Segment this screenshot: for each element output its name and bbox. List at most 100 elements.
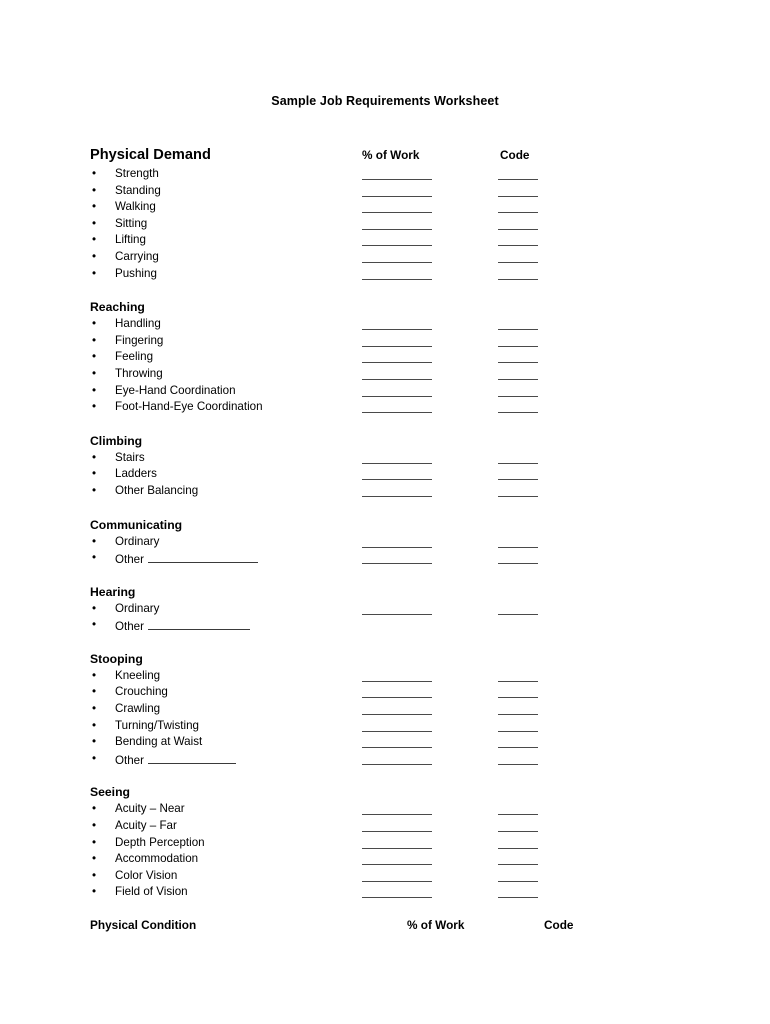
- code-field[interactable]: [498, 378, 538, 380]
- code-field[interactable]: [498, 747, 538, 749]
- percent-of-work-field[interactable]: [362, 479, 432, 481]
- percent-of-work-field[interactable]: [362, 495, 432, 497]
- other-write-in-field[interactable]: [148, 751, 236, 764]
- section-heading: Physical Demand% of Work Code: [90, 147, 530, 163]
- percent-of-work-field[interactable]: [362, 897, 432, 899]
- requirement-row: • Ordinary: [90, 601, 710, 618]
- percent-of-work-field[interactable]: [362, 730, 432, 732]
- percent-of-work-field[interactable]: [362, 747, 432, 749]
- percent-of-work-field[interactable]: [362, 763, 432, 765]
- bullet-icon: •: [92, 702, 97, 716]
- requirement-label: Other: [115, 550, 258, 568]
- code-field[interactable]: [498, 814, 538, 816]
- requirement-label: Other: [115, 617, 250, 635]
- section-heading: Hearing: [90, 584, 136, 599]
- code-field[interactable]: [498, 680, 538, 682]
- percent-of-work-field[interactable]: [362, 880, 432, 882]
- requirement-row: • Foot-Hand-Eye Coordination: [90, 399, 710, 416]
- code-field[interactable]: [498, 897, 538, 899]
- requirement-row: • Handling: [90, 316, 710, 333]
- percent-of-work-field[interactable]: [362, 831, 432, 833]
- section-physical-demand: Physical Demand% of Work Code • Strength • St…: [90, 146, 710, 282]
- code-field[interactable]: [498, 613, 538, 615]
- bullet-icon: •: [92, 852, 97, 866]
- percent-of-work-field[interactable]: [362, 329, 432, 331]
- percent-of-work-field[interactable]: [362, 546, 432, 548]
- percent-of-work-field[interactable]: [362, 680, 432, 682]
- percent-of-work-field[interactable]: [362, 261, 432, 263]
- code-field[interactable]: [498, 395, 538, 397]
- code-field[interactable]: [498, 228, 538, 230]
- bullet-icon: •: [92, 868, 97, 882]
- requirement-label: Depth Perception: [115, 835, 205, 849]
- percent-of-work-field[interactable]: [362, 563, 432, 565]
- code-field[interactable]: [498, 345, 538, 347]
- code-field[interactable]: [498, 714, 538, 716]
- percent-of-work-field[interactable]: [362, 362, 432, 364]
- code-field[interactable]: [498, 212, 538, 214]
- bullet-icon: •: [92, 249, 97, 263]
- section-hearing: Hearing • Ordinary • Other: [90, 584, 710, 634]
- percent-of-work-field[interactable]: [362, 278, 432, 280]
- percent-of-work-field[interactable]: [362, 412, 432, 414]
- code-field[interactable]: [498, 479, 538, 481]
- code-field[interactable]: [498, 261, 538, 263]
- percent-of-work-field[interactable]: [362, 814, 432, 816]
- requirement-row: • Other: [90, 751, 710, 768]
- code-field[interactable]: [498, 495, 538, 497]
- percent-of-work-field[interactable]: [362, 613, 432, 615]
- code-field[interactable]: [498, 697, 538, 699]
- percent-of-work-field[interactable]: [362, 245, 432, 247]
- code-field[interactable]: [498, 546, 538, 548]
- code-field[interactable]: [498, 880, 538, 882]
- requirement-label: Crouching: [115, 685, 168, 699]
- code-field[interactable]: [498, 730, 538, 732]
- percent-of-work-field[interactable]: [362, 179, 432, 180]
- column-header-code: Code: [500, 148, 530, 162]
- percent-of-work-field[interactable]: [362, 195, 432, 197]
- code-field[interactable]: [498, 245, 538, 247]
- percent-of-work-field[interactable]: [362, 395, 432, 397]
- code-field[interactable]: [498, 329, 538, 331]
- bullet-icon: •: [92, 317, 97, 331]
- percent-of-work-field[interactable]: [362, 228, 432, 230]
- code-field[interactable]: [498, 563, 538, 565]
- code-field[interactable]: [498, 278, 538, 280]
- bullet-icon: •: [92, 450, 97, 464]
- section-stooping: Stooping • Kneeling • Crouching • Crawling • Tur…: [90, 651, 710, 768]
- column-header-percent-of-work: % of Work: [362, 148, 420, 162]
- code-field[interactable]: [498, 362, 538, 364]
- bullet-icon: •: [92, 233, 97, 247]
- percent-of-work-field[interactable]: [362, 864, 432, 866]
- requirement-row: • Sitting: [90, 216, 710, 233]
- requirement-label: Handling: [115, 317, 161, 331]
- code-field[interactable]: [498, 847, 538, 849]
- requirement-label: Ordinary: [115, 534, 160, 548]
- other-write-in-field[interactable]: [148, 617, 250, 631]
- code-field[interactable]: [498, 179, 538, 180]
- requirement-label: Ordinary: [115, 601, 160, 615]
- percent-of-work-field[interactable]: [362, 345, 432, 347]
- code-field[interactable]: [498, 831, 538, 833]
- bullet-icon: •: [92, 601, 97, 615]
- other-write-in-field[interactable]: [148, 550, 258, 564]
- code-field[interactable]: [498, 412, 538, 414]
- requirement-row: • Other: [90, 617, 710, 634]
- requirement-label: Foot-Hand-Eye Coordination: [115, 400, 263, 414]
- percent-of-work-field[interactable]: [362, 212, 432, 214]
- code-field[interactable]: [498, 195, 538, 197]
- percent-of-work-field[interactable]: [362, 378, 432, 380]
- requirement-row: • Standing: [90, 183, 710, 200]
- code-field[interactable]: [498, 763, 538, 765]
- bullet-icon: •: [92, 885, 97, 899]
- percent-of-work-field[interactable]: [362, 462, 432, 464]
- code-field[interactable]: [498, 462, 538, 464]
- percent-of-work-field[interactable]: [362, 697, 432, 699]
- bullet-icon: •: [92, 835, 97, 849]
- requirement-label: Turning/Twisting: [115, 718, 199, 732]
- percent-of-work-field[interactable]: [362, 847, 432, 849]
- sections-container: Physical Demand% of Work Code • Strength • St…: [90, 146, 710, 901]
- section-climbing: Climbing • Stairs • Ladders • Other Balancing: [90, 433, 710, 500]
- code-field[interactable]: [498, 864, 538, 866]
- percent-of-work-field[interactable]: [362, 714, 432, 716]
